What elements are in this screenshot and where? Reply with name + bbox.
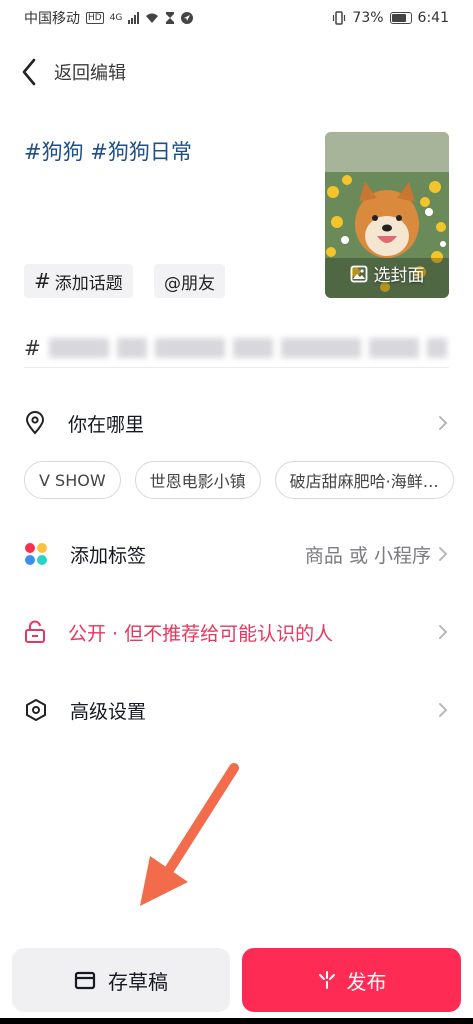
hexagon-settings-icon xyxy=(26,699,46,721)
select-cover-label: 选封面 xyxy=(373,266,425,286)
network-type: 4G xyxy=(109,13,123,23)
carrier-name: 中国移动 xyxy=(24,11,80,27)
annotation-arrow xyxy=(140,763,239,906)
location-suggestions: V SHOW 世恩电影小镇 破店甜麻肥哈·海鲜… xyxy=(24,461,473,499)
unlock-icon xyxy=(25,620,45,643)
add-topic-label: 添加话题 xyxy=(54,273,123,294)
privacy-label: 公开 · 但不推荐给可能认识的人 xyxy=(68,622,334,645)
blurred-suggestion xyxy=(426,337,447,358)
hd-badge: HD xyxy=(86,12,104,24)
signal-icon xyxy=(128,12,140,24)
location-status-icon xyxy=(181,12,194,24)
select-cover-button[interactable]: 选封面 xyxy=(325,261,449,286)
clock: 6:41 xyxy=(417,10,449,26)
publish-screen: 中国移动 HD 4G 73% 6:41 返回编辑 #狗狗 #狗狗日常 选封面 #… xyxy=(0,0,473,1018)
image-icon xyxy=(350,265,367,282)
sparkle-icon xyxy=(318,971,335,989)
vibrate-icon xyxy=(333,11,346,25)
chevron-right-icon xyxy=(439,625,448,639)
publish-label: 发布 xyxy=(346,969,387,994)
topic-suggestion-row[interactable]: # xyxy=(24,328,449,368)
draft-box-icon xyxy=(74,971,96,990)
hourglass-icon xyxy=(166,12,175,24)
location-suggestion-pill[interactable]: 世恩电影小镇 xyxy=(134,461,261,499)
location-label: 你在哪里 xyxy=(68,413,145,436)
blurred-suggestion xyxy=(368,337,419,358)
save-draft-button[interactable]: 存草稿 xyxy=(12,948,230,1012)
add-tag-row[interactable]: 添加标签 商品 或 小程序 xyxy=(24,534,449,574)
hash-icon: # xyxy=(24,335,41,360)
blurred-suggestion xyxy=(154,337,225,358)
tag-hint: 商品 或 小程序 xyxy=(304,544,431,567)
publish-button[interactable]: 发布 xyxy=(242,948,461,1012)
chevron-right-icon xyxy=(439,547,448,561)
battery-icon xyxy=(389,12,412,24)
blurred-suggestion xyxy=(232,337,273,358)
location-suggestion-pill[interactable]: V SHOW xyxy=(24,461,121,499)
hash-icon: # xyxy=(34,269,51,293)
blurred-suggestion xyxy=(116,337,147,358)
wifi-icon xyxy=(146,13,159,23)
add-tag-label: 添加标签 xyxy=(70,544,147,567)
four-dots-icon xyxy=(25,543,47,565)
blurred-suggestion xyxy=(48,337,109,358)
location-row[interactable]: 你在哪里 xyxy=(24,403,449,443)
caption-text[interactable]: #狗狗 #狗狗日常 xyxy=(24,136,192,166)
header: 返回编辑 xyxy=(18,52,126,92)
privacy-row[interactable]: 公开 · 但不推荐给可能认识的人 xyxy=(24,612,449,652)
add-topic-chip[interactable]: # 添加话题 xyxy=(24,264,133,298)
advanced-settings-label: 高级设置 xyxy=(70,700,147,723)
mention-friends-label: @朋友 xyxy=(164,273,215,294)
status-bar: 中国移动 HD 4G 73% 6:41 xyxy=(0,0,473,36)
cover-thumbnail[interactable]: 选封面 xyxy=(325,132,449,298)
chevron-right-icon xyxy=(439,416,448,430)
location-suggestion-pill[interactable]: 破店甜麻肥哈·海鲜… xyxy=(274,461,454,499)
battery-percent: 73% xyxy=(352,10,384,26)
advanced-settings-row[interactable]: 高级设置 xyxy=(24,690,449,730)
blurred-suggestion xyxy=(280,337,361,358)
back-to-edit-link[interactable]: 返回编辑 xyxy=(54,59,126,85)
chevron-right-icon xyxy=(439,703,448,717)
mention-friends-chip[interactable]: @朋友 xyxy=(154,264,225,298)
save-draft-label: 存草稿 xyxy=(108,969,168,994)
location-pin-icon xyxy=(25,411,45,435)
back-arrow-icon[interactable] xyxy=(18,57,40,87)
